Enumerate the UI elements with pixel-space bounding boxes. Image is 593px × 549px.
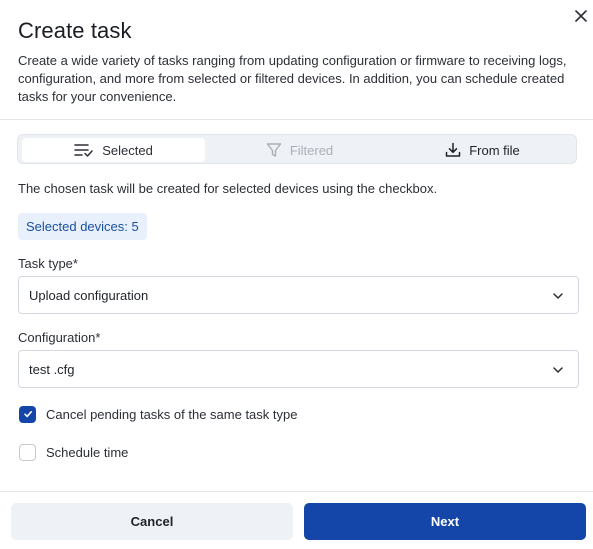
- schedule-time-checkbox-row[interactable]: Schedule time: [19, 443, 128, 461]
- tab-selected[interactable]: Selected: [22, 138, 205, 162]
- configuration-label: Configuration*: [18, 330, 101, 345]
- close-button[interactable]: [572, 7, 590, 25]
- tab-filtered[interactable]: Filtered: [208, 138, 391, 162]
- checkmark-icon: [23, 411, 32, 418]
- task-source-tabs: Selected Filtered From file: [17, 134, 577, 164]
- dialog-title: Create task: [18, 18, 132, 43]
- task-type-label: Task type*: [18, 256, 78, 271]
- filter-icon: [266, 142, 282, 158]
- schedule-time-label: Schedule time: [46, 444, 129, 460]
- task-type-value: Upload configuration: [29, 287, 149, 303]
- next-button[interactable]: Next: [304, 503, 586, 540]
- cancel-pending-label: Cancel pending tasks of the same task ty…: [46, 406, 298, 422]
- schedule-time-checkbox[interactable]: [19, 443, 36, 461]
- chevron-down-icon: [553, 367, 563, 373]
- create-task-dialog: Create task Create a wide variety of tas…: [0, 0, 593, 549]
- tab-filtered-label: Filtered: [289, 142, 334, 158]
- dialog-description: Create a wide variety of tasks ranging f…: [18, 53, 567, 104]
- cancel-pending-checkbox-row[interactable]: Cancel pending tasks of the same task ty…: [19, 405, 297, 423]
- tab-from-file-label: From file: [469, 142, 520, 158]
- configuration-select[interactable]: test .cfg: [18, 350, 579, 388]
- tab-selected-label: Selected: [102, 142, 153, 158]
- list-check-icon: [74, 143, 94, 157]
- selected-devices-badge: Selected devices: 5: [18, 213, 147, 240]
- header-divider: [0, 119, 593, 120]
- close-icon: [575, 10, 587, 22]
- footer-divider: [0, 491, 593, 492]
- cancel-button[interactable]: Cancel: [11, 503, 293, 540]
- info-text: The chosen task will be created for sele…: [18, 181, 438, 196]
- tab-from-file[interactable]: From file: [391, 138, 574, 162]
- chevron-down-icon: [553, 293, 563, 299]
- configuration-value: test .cfg: [29, 361, 75, 377]
- cancel-pending-checkbox[interactable]: [19, 405, 36, 423]
- download-icon: [445, 142, 461, 158]
- task-type-select[interactable]: Upload configuration: [18, 276, 579, 314]
